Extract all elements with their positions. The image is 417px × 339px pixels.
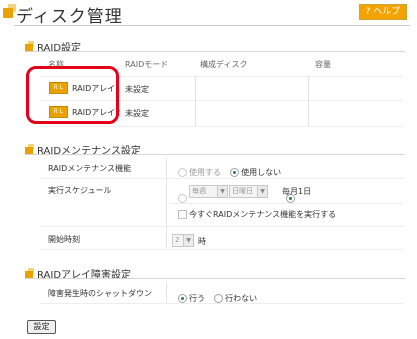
shutdown-options: 行う 行わない — [178, 288, 257, 307]
col-capacity: 容量 — [315, 60, 331, 69]
nouse-label: 使用しない — [241, 168, 282, 177]
day-select[interactable]: 日曜日 ▼ — [229, 185, 268, 198]
help-button[interactable]: ? ヘルプ — [359, 4, 407, 20]
row-divider — [40, 126, 404, 127]
run-now-label: 今すぐRAIDメンテナンス機能を実行する — [189, 210, 337, 219]
row-divider — [170, 203, 404, 204]
hour-select[interactable]: 2 ▼ — [172, 234, 194, 247]
week-select-value: 毎週 — [192, 187, 206, 195]
maintenance-divider — [25, 154, 405, 155]
failure-divider — [25, 278, 405, 279]
col-disks: 構成ディスク — [200, 60, 248, 69]
column-separator — [195, 77, 196, 127]
row-divider — [40, 226, 404, 227]
day-select-value: 日曜日 — [232, 187, 253, 195]
run-now-checkbox[interactable] — [178, 210, 187, 219]
row-divider — [40, 249, 404, 250]
page-title: ディスク管理 — [16, 7, 123, 27]
shutdown-label: 障害発生時のシャットダウン — [48, 289, 152, 298]
column-separator — [308, 77, 309, 127]
title-divider — [14, 25, 410, 26]
raid-array-1-mode: 未設定 — [125, 85, 149, 94]
shutdown-do-label: 行う — [189, 294, 205, 303]
shutdown-dont-radio[interactable] — [214, 294, 224, 303]
shutdown-do-radio[interactable] — [178, 294, 187, 303]
highlight-annotation — [26, 66, 119, 124]
hour-unit: 時 — [198, 237, 206, 246]
raid-settings-divider — [25, 51, 405, 52]
use-label: 使用する — [189, 168, 221, 177]
chevron-down-icon: ▼ — [217, 186, 227, 197]
maintenance-function-label: RAIDメンテナンス機能 — [48, 164, 132, 173]
hour-select-value: 2 — [175, 236, 180, 244]
column-separator — [166, 282, 167, 304]
week-select[interactable]: 毎週 ▼ — [189, 185, 228, 198]
column-separator — [166, 158, 167, 248]
settings-button[interactable]: 設定 — [27, 320, 56, 334]
schedule-label: 実行スケジュール — [48, 186, 112, 195]
raid-array-2-mode: 未設定 — [125, 109, 149, 118]
col-raid-mode: RAIDモード — [125, 60, 169, 69]
monthly-label: 毎月1日 — [282, 187, 312, 196]
schedule-weekly-radio[interactable] — [178, 194, 187, 203]
chevron-down-icon: ▼ — [183, 235, 193, 246]
nouse-radio[interactable] — [230, 168, 240, 177]
use-radio[interactable] — [178, 168, 187, 177]
shutdown-dont-label: 行わない — [225, 294, 258, 303]
chevron-down-icon: ▼ — [257, 186, 267, 197]
start-time-label: 開始時刻 — [48, 235, 80, 244]
row-divider — [40, 178, 404, 179]
row-divider — [40, 303, 404, 304]
title-icon — [3, 4, 16, 18]
